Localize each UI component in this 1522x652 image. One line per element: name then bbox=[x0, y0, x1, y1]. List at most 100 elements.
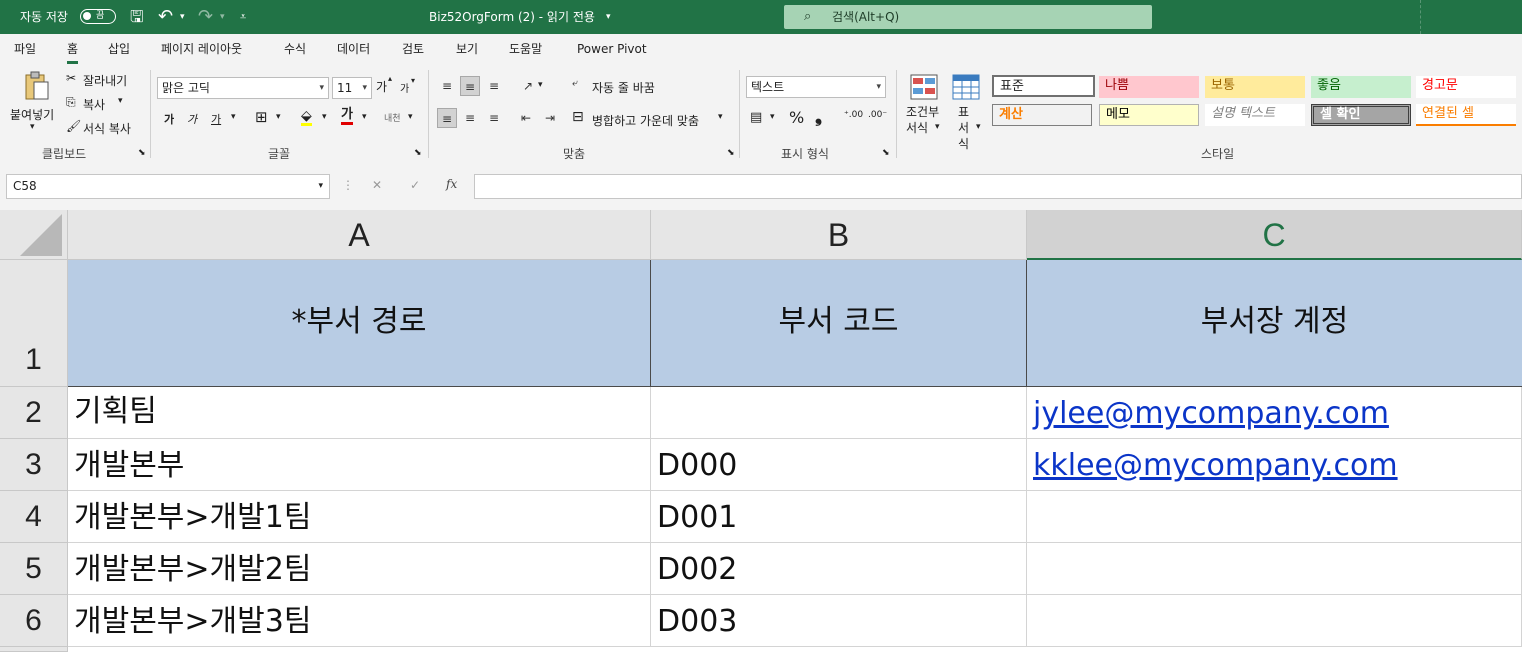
cell-b4[interactable]: D001 bbox=[651, 491, 1027, 543]
cell-b3[interactable]: D000 bbox=[651, 439, 1027, 491]
cell-c4[interactable] bbox=[1027, 491, 1522, 543]
column-header-c[interactable]: C bbox=[1027, 210, 1522, 260]
number-format-select[interactable]: 텍스트 ▾ bbox=[746, 76, 886, 98]
increase-decimal-icon[interactable]: ⁺.00 bbox=[844, 110, 863, 120]
underline-button[interactable]: 가 bbox=[211, 111, 221, 127]
tab-home[interactable]: 홈 bbox=[67, 34, 79, 64]
font-name-select[interactable]: 맑은 고딕 ▾ bbox=[157, 77, 329, 99]
style-warning[interactable]: 경고문 bbox=[1416, 76, 1516, 98]
style-check-cell[interactable]: 셀 확인 bbox=[1311, 104, 1411, 126]
accounting-icon[interactable]: ▤ bbox=[750, 110, 762, 125]
align-bottom-icon[interactable]: ≡ bbox=[484, 76, 504, 96]
format-table-dropdown-icon[interactable]: ▾ bbox=[976, 122, 981, 132]
decrease-indent-icon[interactable]: ⇤ bbox=[516, 108, 536, 128]
decrease-decimal-icon[interactable]: .00⁻ bbox=[868, 110, 887, 120]
style-explanatory[interactable]: 설명 텍스트 bbox=[1205, 104, 1305, 126]
style-good[interactable]: 좋음 bbox=[1311, 76, 1411, 98]
clipboard-launcher-icon[interactable]: ⬊ bbox=[138, 148, 146, 158]
cell-c3[interactable]: kklee@mycompany.com bbox=[1027, 439, 1522, 491]
border-icon[interactable]: ⊞ bbox=[255, 108, 268, 126]
cell-c1[interactable]: 부서장 계정 bbox=[1027, 260, 1522, 387]
copy-button[interactable]: 복사 bbox=[83, 96, 105, 113]
tab-insert[interactable]: 삽입 bbox=[108, 34, 130, 64]
font-color-icon[interactable]: 가 bbox=[341, 108, 353, 125]
number-launcher-icon[interactable]: ⬊ bbox=[882, 148, 890, 158]
conditional-dropdown-icon[interactable]: ▾ bbox=[935, 122, 940, 132]
accounting-dropdown-icon[interactable]: ▾ bbox=[770, 112, 775, 122]
font-color-dropdown-icon[interactable]: ▾ bbox=[362, 112, 367, 122]
insert-function-icon[interactable]: fx bbox=[446, 177, 457, 191]
tab-file[interactable]: 파일 bbox=[14, 34, 36, 64]
save-icon[interactable]: 🖫 bbox=[130, 0, 144, 34]
title-dropdown-icon[interactable]: ▾ bbox=[606, 0, 611, 34]
autosave-toggle[interactable]: 끔 bbox=[80, 9, 116, 24]
name-box[interactable]: C58 ▾ bbox=[6, 174, 330, 199]
column-header-a[interactable]: A bbox=[68, 210, 651, 260]
file-title[interactable]: Biz52OrgForm (2) - 읽기 전용 bbox=[429, 0, 595, 34]
search-box[interactable]: ⌕ 검색(Alt+Q) bbox=[784, 5, 1152, 29]
row-header-3[interactable]: 3 bbox=[0, 439, 68, 491]
row-header-5[interactable]: 5 bbox=[0, 543, 68, 595]
row-header-7[interactable] bbox=[0, 647, 68, 652]
row-header-1[interactable]: 1 bbox=[0, 260, 68, 387]
cell-a3[interactable]: 개발본부 bbox=[68, 439, 651, 491]
align-left-icon[interactable]: ≡ bbox=[437, 108, 457, 128]
style-note[interactable]: 메모 bbox=[1099, 104, 1199, 126]
tab-review[interactable]: 검토 bbox=[402, 34, 424, 64]
cell-c5[interactable] bbox=[1027, 543, 1522, 595]
italic-button[interactable]: 가 bbox=[187, 111, 197, 127]
conditional-format-icon[interactable] bbox=[910, 74, 938, 100]
underline-dropdown-icon[interactable]: ▾ bbox=[231, 112, 236, 122]
cell-b1[interactable]: 부서 코드 bbox=[651, 260, 1027, 387]
font-size-select[interactable]: 11 ▾ bbox=[332, 77, 372, 99]
cell-c6[interactable] bbox=[1027, 595, 1522, 647]
wrap-text-button[interactable]: 자동 줄 바꿈 bbox=[592, 79, 655, 96]
phonetic-icon[interactable]: 내천 bbox=[384, 111, 401, 124]
customize-toolbar-icon[interactable]: ⩡ bbox=[240, 0, 246, 34]
percent-icon[interactable]: % bbox=[789, 108, 804, 127]
tab-view[interactable]: 보기 bbox=[456, 34, 478, 64]
row-header-6[interactable]: 6 bbox=[0, 595, 68, 647]
grow-font-button[interactable]: 가 bbox=[376, 78, 387, 95]
paste-dropdown-icon[interactable]: ▾ bbox=[30, 122, 35, 132]
cell-a4[interactable]: 개발본부>개발1팀 bbox=[68, 491, 651, 543]
redo-dropdown-icon[interactable]: ▾ bbox=[220, 0, 225, 34]
merge-center-button[interactable]: 병합하고 가운데 맞춤 bbox=[592, 112, 699, 129]
border-dropdown-icon[interactable]: ▾ bbox=[276, 112, 281, 122]
bold-button[interactable]: 가 bbox=[164, 111, 174, 127]
merge-dropdown-icon[interactable]: ▾ bbox=[718, 112, 723, 122]
paste-button[interactable]: 붙여넣기 bbox=[10, 106, 54, 123]
orientation-icon[interactable]: ↗ bbox=[518, 76, 538, 96]
cell-a2[interactable]: 기획팀 bbox=[68, 387, 651, 439]
tab-power-pivot[interactable]: Power Pivot bbox=[577, 34, 647, 64]
increase-indent-icon[interactable]: ⇥ bbox=[540, 108, 560, 128]
undo-dropdown-icon[interactable]: ▾ bbox=[180, 0, 185, 34]
cell-a6[interactable]: 개발본부>개발3팀 bbox=[68, 595, 651, 647]
align-right-icon[interactable]: ≡ bbox=[484, 108, 504, 128]
align-center-icon[interactable]: ≡ bbox=[460, 108, 480, 128]
style-normal[interactable]: 표준 bbox=[992, 75, 1095, 97]
undo-icon[interactable]: ↶ bbox=[158, 0, 173, 34]
fill-dropdown-icon[interactable]: ▾ bbox=[322, 112, 327, 122]
cell-c2[interactable]: jylee@mycompany.com bbox=[1027, 387, 1522, 439]
redo-icon[interactable]: ↷ bbox=[198, 0, 213, 34]
style-linked-cell[interactable]: 연결된 셀 bbox=[1416, 104, 1516, 126]
tab-help[interactable]: 도움말 bbox=[509, 34, 542, 64]
phonetic-dropdown-icon[interactable]: ▾ bbox=[408, 112, 413, 122]
row-header-2[interactable]: 2 bbox=[0, 387, 68, 439]
comma-icon[interactable]: ❟ bbox=[815, 106, 822, 127]
column-header-b[interactable]: B bbox=[651, 210, 1027, 260]
style-bad[interactable]: 나쁨 bbox=[1099, 76, 1199, 98]
cell-a5[interactable]: 개발본부>개발2팀 bbox=[68, 543, 651, 595]
row-header-4[interactable]: 4 bbox=[0, 491, 68, 543]
select-all-button[interactable] bbox=[0, 210, 68, 260]
copy-dropdown-icon[interactable]: ▾ bbox=[118, 96, 123, 106]
formula-input[interactable] bbox=[474, 174, 1522, 199]
cut-button[interactable]: 잘라내기 bbox=[83, 72, 127, 89]
cell-b5[interactable]: D002 bbox=[651, 543, 1027, 595]
shrink-font-button[interactable]: 가 bbox=[400, 80, 409, 95]
align-middle-icon[interactable]: ≡ bbox=[460, 76, 480, 96]
fill-color-icon[interactable]: ⬙ bbox=[301, 109, 312, 126]
style-calculation[interactable]: 계산 bbox=[992, 104, 1092, 126]
font-launcher-icon[interactable]: ⬊ bbox=[414, 148, 422, 158]
